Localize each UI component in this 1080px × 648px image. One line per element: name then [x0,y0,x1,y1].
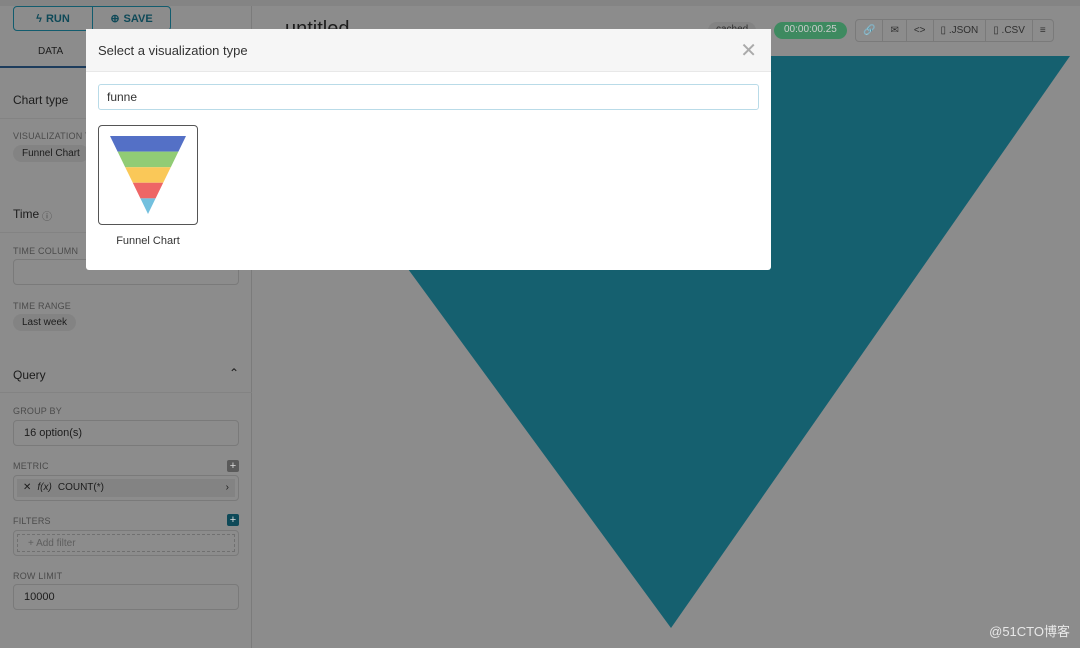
action-buttons: ϟ RUN ⊕ SAVE [13,6,171,31]
query-title: Query [13,368,46,382]
filters-label: FILTERS [13,516,51,526]
funnel-thumbnail-icon [110,136,186,214]
chart-toolbar: 🔗 ✉ <> ▯ .JSON ▯ .CSV ≡ [855,19,1054,42]
info-icon: ⓘ [42,212,52,223]
csv-label: .CSV [1001,25,1025,36]
metric-value: COUNT(*) [57,482,104,493]
funnel-thumbnail-segment [117,151,179,168]
funnel-thumbnail-segment [140,198,156,214]
viz-type-modal: Select a visualization type ✕ Funnel Cha… [86,29,771,270]
row-limit-label: ROW LIMIT [13,571,63,581]
viz-option-label: Funnel Chart [116,235,180,247]
time-range-label: TIME RANGE [13,301,72,311]
menu-icon[interactable]: ≡ [1033,20,1053,41]
chevron-right-icon[interactable]: › [226,482,229,494]
email-icon[interactable]: ✉ [883,20,907,41]
export-csv-button[interactable]: ▯ .CSV [986,20,1033,41]
save-label: SAVE [123,12,153,25]
add-filter-icon[interactable]: + [227,514,239,526]
run-label: RUN [45,12,70,25]
metric-select[interactable]: ✕ f(x) COUNT(*) › [13,475,239,501]
chevron-up-icon[interactable]: ⌃ [229,366,239,380]
filters-box[interactable]: + Add filter [13,530,239,556]
active-tab-indicator [0,66,88,68]
funnel-thumbnail-segment [132,182,164,199]
watermark: @51CTO博客 [989,624,1070,639]
group-by-label: GROUP BY [13,406,62,416]
time-range-value[interactable]: Last week [13,314,77,331]
visualization-value[interactable]: Funnel Chart [13,145,89,162]
remove-icon[interactable]: ✕ [23,482,31,494]
row-limit-select[interactable]: 10000 [13,584,239,610]
run-button[interactable]: ϟ RUN [14,7,92,30]
add-filter[interactable]: Add filter [36,538,75,549]
link-icon[interactable]: 🔗 [856,20,884,41]
time-column-label: TIME COLUMN [13,246,79,256]
export-json-button[interactable]: ▯ .JSON [934,20,987,41]
row-limit-value: 10000 [24,591,55,603]
plus-icon: + [28,538,37,549]
viz-option-funnel[interactable] [98,125,198,225]
tab-data[interactable]: DATA [38,46,63,57]
bolt-icon: ϟ [36,12,42,25]
json-label: .JSON [948,25,979,36]
funnel-thumbnail-segment [125,167,171,183]
group-by-value: 16 option(s) [24,427,83,439]
viz-search-input[interactable] [98,84,759,110]
time-title: Time [13,207,40,221]
timer-badge: 00:00:00.25 [774,22,847,39]
chart-type-title: Chart type [13,93,69,107]
funnel-thumbnail-segment [110,136,186,152]
embed-code-icon[interactable]: <> [907,20,934,41]
metric-label: METRIC [13,461,49,471]
file-icon: ▯ [993,25,1002,36]
file-icon: ▯ [940,25,949,36]
group-by-select[interactable]: 16 option(s) [13,420,239,446]
add-metric-icon[interactable]: + [227,460,239,472]
function-icon: f(x) [37,482,52,493]
modal-header: Select a visualization type ✕ [86,29,771,72]
divider [0,392,252,393]
close-icon[interactable]: ✕ [740,38,757,63]
save-button[interactable]: ⊕ SAVE [92,7,170,30]
plus-circle-icon: ⊕ [110,13,120,25]
modal-title: Select a visualization type [98,43,248,58]
